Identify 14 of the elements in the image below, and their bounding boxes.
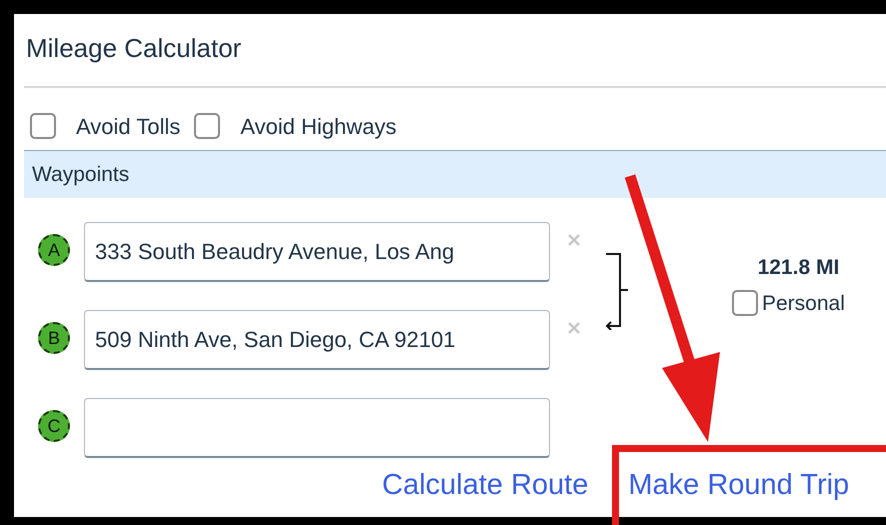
- checkbox[interactable]: [732, 290, 758, 316]
- checkbox-label: Avoid Tolls: [76, 112, 180, 140]
- link[interactable]: Calculate Route: [382, 464, 588, 508]
- panel-title: Mileage Calculator: [25, 32, 242, 65]
- address-field[interactable]: 333 South Beaudry Avenue, Los Ang: [84, 222, 550, 282]
- distance-value: 121.8 MI: [758, 255, 840, 281]
- address-field[interactable]: 509 Ninth Ave, San Diego, CA 92101: [84, 310, 550, 370]
- link[interactable]: Make Round Trip: [628, 464, 850, 508]
- address-field[interactable]: [84, 398, 550, 458]
- checkbox[interactable]: [30, 113, 56, 139]
- section-title: Waypoints: [32, 162, 130, 188]
- checkbox[interactable]: [194, 113, 220, 139]
- checkbox-label: Personal: [762, 290, 845, 316]
- checkbox-label: Avoid Highways: [240, 112, 396, 141]
